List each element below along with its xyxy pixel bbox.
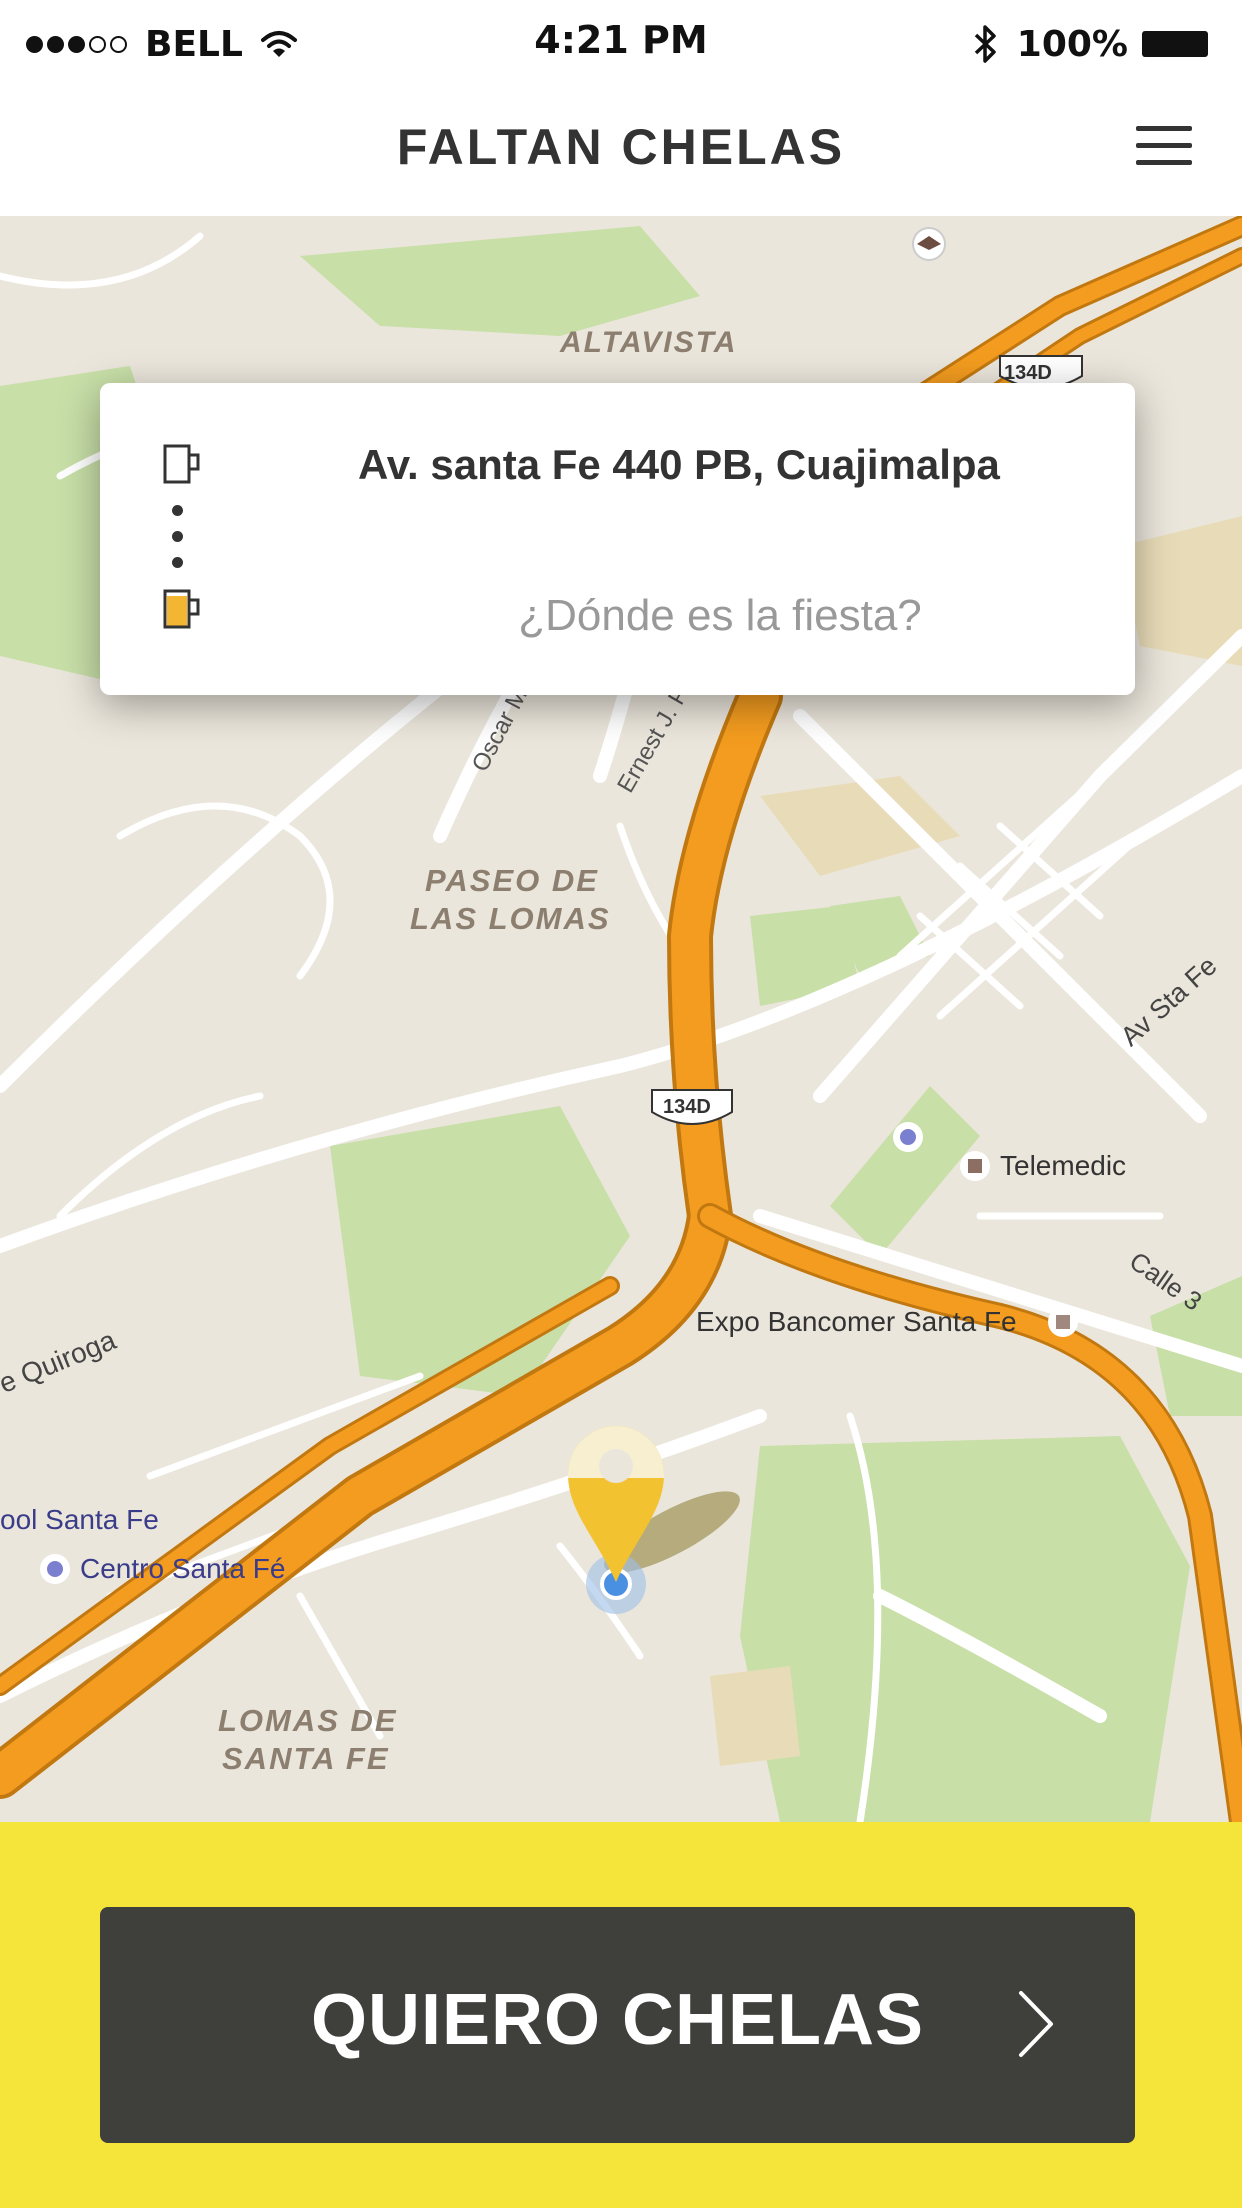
bluetooth-icon xyxy=(974,25,996,63)
map-label-altavista: ALTAVISTA xyxy=(560,326,738,359)
footer-panel: QUIERO CHELAS xyxy=(0,1822,1242,2208)
destination-input[interactable] xyxy=(280,581,1160,651)
map-label-paseo-2: LAS LOMAS xyxy=(410,901,611,936)
chevron-right-icon xyxy=(1019,1991,1053,2057)
trip-card: Av. santa Fe 440 PB, Cuajimalpa xyxy=(100,383,1160,695)
full-beer-mug-icon xyxy=(163,589,200,629)
nav-bar: FALTAN CHELAS xyxy=(0,88,1242,216)
status-bar: BELL 4:21 PM 100% xyxy=(0,0,1242,88)
cta-label: QUIERO CHELAS xyxy=(310,1980,925,2060)
battery-icon xyxy=(1142,31,1208,57)
battery-percent: 100% xyxy=(1016,23,1128,65)
route-dot xyxy=(172,557,183,568)
origin-address[interactable]: Av. santa Fe 440 PB, Cuajimalpa xyxy=(358,441,1000,489)
route-dot xyxy=(172,505,183,516)
map-label-telemedic: Telemedic xyxy=(1000,1150,1127,1181)
quiero-chelas-button[interactable]: QUIERO CHELAS xyxy=(100,1907,1135,2143)
route-dot xyxy=(172,531,183,542)
route-shield-mid-label: 134D xyxy=(663,1096,711,1118)
map-label-paseo-1: PASEO DE xyxy=(425,863,599,898)
map-label-school: ool Santa Fe xyxy=(0,1504,159,1535)
map-label-lomas-1: LOMAS DE xyxy=(218,1703,398,1738)
route-shield-top-label: 134D xyxy=(1004,362,1052,384)
beer-location-pin-icon[interactable] xyxy=(568,1426,749,1614)
map-label-centro: Centro Santa Fé xyxy=(80,1553,286,1584)
app-title: FALTAN CHELAS xyxy=(396,119,846,175)
hamburger-menu-icon[interactable] xyxy=(1136,126,1192,166)
map-label-lomas-2: SANTA FE xyxy=(222,1741,390,1776)
empty-mug-icon xyxy=(163,444,200,484)
map-label-expo: Expo Bancomer Santa Fe xyxy=(696,1306,1017,1337)
